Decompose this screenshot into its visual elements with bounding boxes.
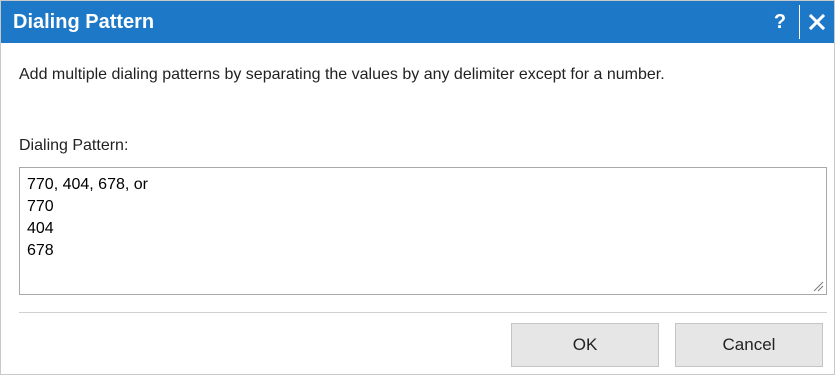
help-button[interactable]: ? [763, 1, 797, 43]
dialing-pattern-dialog: Dialing Pattern ? Add multiple dialing p… [0, 0, 835, 375]
dialing-pattern-value[interactable]: 770, 404, 678, or 770 404 678 [27, 174, 807, 262]
resize-grip-icon[interactable] [812, 280, 824, 292]
close-button[interactable] [800, 1, 834, 43]
dialing-pattern-textarea[interactable]: 770, 404, 678, or 770 404 678 [19, 167, 827, 295]
dialog-description: Add multiple dialing patterns by separat… [19, 66, 665, 83]
footer-divider [19, 312, 827, 313]
cancel-button[interactable]: Cancel [675, 323, 823, 367]
dialing-pattern-label: Dialing Pattern: [19, 137, 129, 154]
dialog-titlebar: Dialing Pattern ? [1, 1, 834, 43]
ok-button[interactable]: OK [511, 323, 659, 367]
close-icon [809, 14, 825, 30]
dialog-title: Dialing Pattern [13, 11, 155, 33]
